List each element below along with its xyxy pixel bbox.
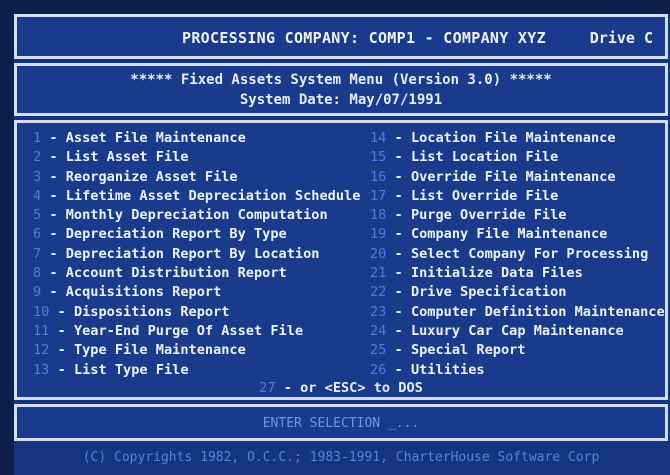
menu-column-right: 14 - Location File Maintenance 15 - List… [370, 129, 665, 380]
menu-item-27-exit-to-dos[interactable]: 27 - or <ESC> to DOS [17, 380, 665, 396]
processing-company-title: PROCESSING COMPANY: COMP1 - COMPANY XYZ [182, 29, 546, 47]
menu-item-13[interactable]: 13 - List Type File [33, 361, 360, 380]
terminal-screen: PROCESSING COMPANY: COMP1 - COMPANY XYZ … [0, 0, 670, 475]
menu-item-4[interactable]: 4 - Lifetime Asset Depreciation Schedule [33, 187, 360, 206]
menu-item-10[interactable]: 10 - Dispositions Report [33, 303, 360, 322]
enter-selection-prompt[interactable]: ENTER SELECTION _... [17, 416, 665, 431]
menu-item-23[interactable]: 23 - Computer Definition Maintenance [370, 303, 665, 322]
enter-selection-label: ENTER SELECTION [262, 416, 381, 431]
menu-item-25[interactable]: 25 - Special Report [370, 341, 665, 360]
monitor-bezel-left [0, 0, 14, 475]
selection-entry-box[interactable]: ENTER SELECTION _... [14, 404, 668, 441]
menu-item-2[interactable]: 2 - List Asset File [33, 148, 360, 167]
menu-item-6[interactable]: 6 - Depreciation Report By Type [33, 225, 360, 244]
menu-item-5[interactable]: 5 - Monthly Depreciation Computation [33, 206, 360, 225]
menu-item-7[interactable]: 7 - Depreciation Report By Location [33, 245, 360, 264]
menu-item-8[interactable]: 8 - Account Distribution Report [33, 264, 360, 283]
menu-item-9[interactable]: 9 - Acquisitions Report [33, 283, 360, 302]
menu-item-11[interactable]: 11 - Year-End Purge Of Asset File [33, 322, 360, 341]
main-menu-panel: 1 - Asset File Maintenance 2 - List Asse… [14, 120, 668, 400]
system-date: System Date: May/07/1991 [239, 92, 443, 108]
menu-item-26[interactable]: 26 - Utilities [370, 361, 665, 380]
menu-item-14[interactable]: 14 - Location File Maintenance [370, 129, 665, 148]
menu-item-1[interactable]: 1 - Asset File Maintenance [33, 129, 360, 148]
menu-item-17[interactable]: 17 - List Override File [370, 187, 665, 206]
menu-item-15[interactable]: 15 - List Location File [370, 148, 665, 167]
drive-indicator: Drive C [589, 29, 653, 47]
menu-item-24[interactable]: 24 - Luxury Car Cap Maintenance [370, 322, 665, 341]
menu-item-16[interactable]: 16 - Override File Maintenance [370, 168, 665, 187]
menu-item-19[interactable]: 19 - Company File Maintenance [370, 225, 665, 244]
menu-header: ***** Fixed Assets System Menu (Version … [14, 63, 668, 116]
copyright-footer: (C) Copyrights 1982, O.C.C.; 1983-1991, … [82, 450, 600, 465]
menu-item-20[interactable]: 20 - Select Company For Processing [370, 245, 665, 264]
menu-title: ***** Fixed Assets System Menu (Version … [130, 72, 552, 88]
company-header: PROCESSING COMPANY: COMP1 - COMPANY XYZ … [14, 14, 668, 59]
menu-item-18[interactable]: 18 - Purge Override File [370, 206, 665, 225]
menu-item-21[interactable]: 21 - Initialize Data Files [370, 264, 665, 283]
menu-column-left: 1 - Asset File Maintenance 2 - List Asse… [33, 129, 360, 380]
selection-cursor[interactable]: _... [388, 416, 419, 431]
menu-item-12[interactable]: 12 - Type File Maintenance [33, 341, 360, 360]
monitor-bezel-top [0, 0, 670, 14]
menu-item-22[interactable]: 22 - Drive Specification [370, 283, 665, 302]
menu-item-3[interactable]: 3 - Reorganize Asset File [33, 168, 360, 187]
